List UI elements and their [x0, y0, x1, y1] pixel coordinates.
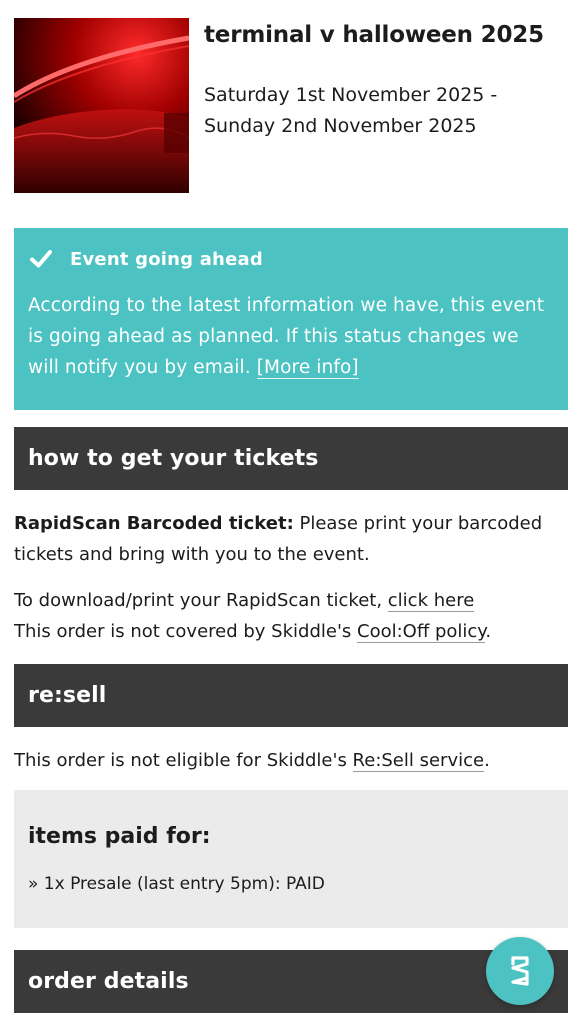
cooloff-policy-link[interactable]: Cool:Off policy	[357, 621, 486, 643]
more-info-link[interactable]: [More info]	[256, 357, 359, 379]
resell-end: .	[484, 750, 490, 771]
status-body: According to the latest information we h…	[28, 290, 554, 383]
cooloff-line: This order is not covered by Skiddle's C…	[14, 616, 574, 647]
event-title: terminal v halloween 2025	[204, 22, 544, 48]
download-ticket-line: To download/print your RapidScan ticket,…	[14, 585, 574, 616]
section-resell: re:sell	[14, 664, 568, 727]
resell-text: This order is not eligible for Skiddle's	[14, 750, 353, 771]
status-title: Event going ahead	[70, 248, 263, 270]
event-image	[14, 18, 189, 193]
check-icon	[30, 250, 52, 268]
click-here-link[interactable]: click here	[387, 590, 475, 612]
skiddle-logo-icon	[511, 956, 529, 986]
event-status-panel: Event going ahead According to the lates…	[14, 228, 568, 410]
list-item: » 1x Presale (last entry 5pm): PAID	[28, 874, 325, 894]
ticket-type-info: RapidScan Barcoded ticket: Please print …	[14, 508, 574, 570]
skiddle-chat-button[interactable]	[486, 937, 554, 1005]
section-how-to-get-tickets: how to get your tickets	[14, 427, 568, 490]
download-text: To download/print your RapidScan ticket,	[14, 590, 388, 611]
section-order-details: order details	[14, 950, 568, 1013]
resell-service-link[interactable]: Re:Sell service	[352, 750, 485, 772]
items-heading: items paid for:	[28, 824, 211, 849]
ticket-type-label: RapidScan Barcoded ticket:	[14, 513, 294, 534]
event-dates: Saturday 1st November 2025 - Sunday 2nd …	[204, 84, 498, 137]
event-header: terminal v halloween 2025 Saturday 1st N…	[14, 18, 568, 193]
resell-line: This order is not eligible for Skiddle's…	[14, 745, 574, 776]
cooloff-text: This order is not covered by Skiddle's	[14, 621, 358, 642]
cooloff-end: .	[485, 621, 492, 642]
items-paid-panel: items paid for: » 1x Presale (last entry…	[14, 790, 568, 928]
status-header: Event going ahead	[28, 246, 554, 272]
